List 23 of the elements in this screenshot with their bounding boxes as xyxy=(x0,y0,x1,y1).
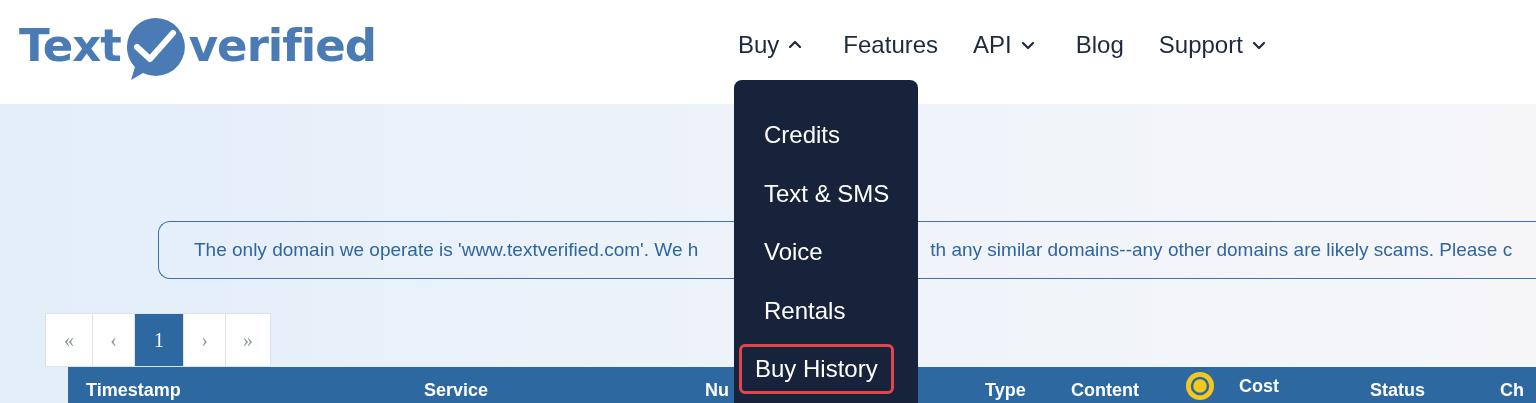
column-header: Service xyxy=(424,380,489,401)
page-button[interactable]: 1 xyxy=(134,313,184,367)
column-header: Ch xyxy=(1500,380,1524,401)
notice-text: th any similar domains--any other domains are likely scams. Please c xyxy=(930,239,1513,261)
menu-item[interactable]: Text & SMS xyxy=(764,168,890,219)
nav-link[interactable]: Buy xyxy=(738,31,804,59)
notice-text: The only domain we operate is 'www.textverified.com'. We h xyxy=(194,239,699,261)
column-header: Type xyxy=(985,380,1026,401)
menu-item[interactable]: Credits xyxy=(764,110,841,160)
menu-item[interactable]: Voice xyxy=(764,227,823,277)
nav-link[interactable]: Support xyxy=(1158,31,1267,59)
column-header: Nu xyxy=(705,380,729,401)
nav-link[interactable]: Blog xyxy=(1075,31,1124,59)
nav-link[interactable]: API xyxy=(973,31,1036,59)
logo-text: verified xyxy=(188,22,376,68)
column-header: Timestamp xyxy=(86,380,181,401)
column-header: Status xyxy=(1370,380,1425,401)
column-header: Cost xyxy=(1239,375,1279,397)
logo-text: Text xyxy=(19,22,121,68)
menu-item[interactable]: Buy History xyxy=(739,344,894,394)
column-header: Content xyxy=(1071,380,1139,401)
nav-link[interactable]: Features xyxy=(843,31,939,59)
menu-item[interactable]: Rentals xyxy=(764,285,846,336)
